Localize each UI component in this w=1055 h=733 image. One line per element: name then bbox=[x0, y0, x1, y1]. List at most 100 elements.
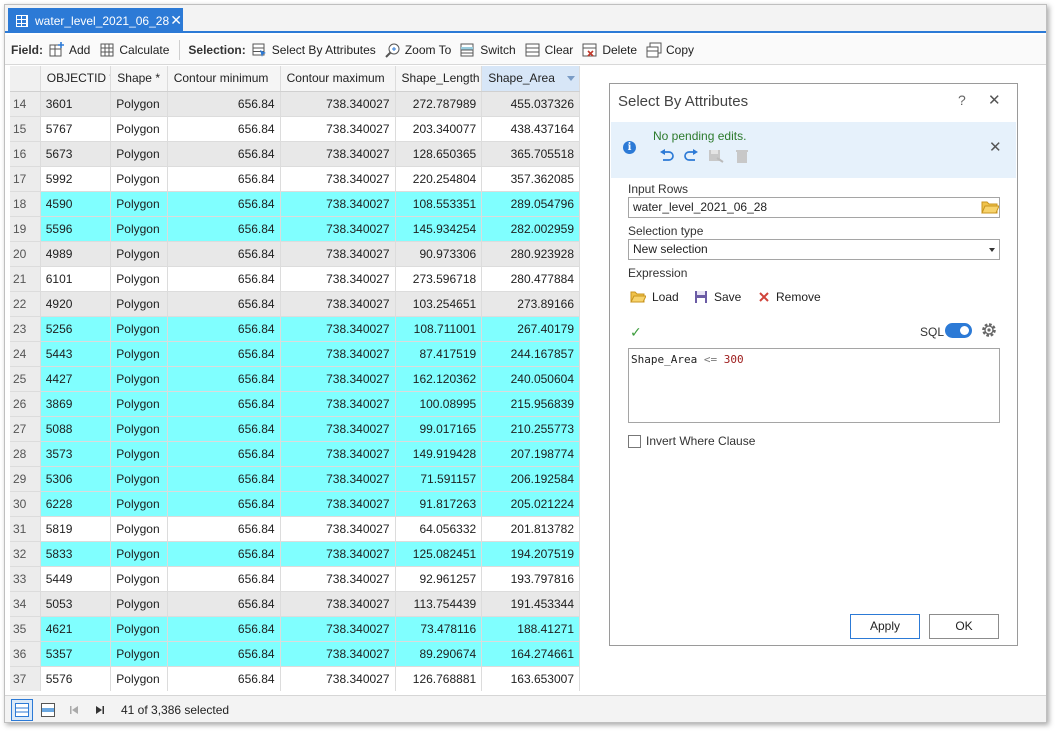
table-row[interactable]: 24 5443 Polygon 656.84 738.340027 87.417519 24… bbox=[10, 341, 580, 367]
table-row[interactable]: 32 5833 Polygon 656.84 738.340027 125.082451 1… bbox=[10, 541, 580, 567]
show-all-records-button[interactable] bbox=[11, 698, 33, 721]
load-expression-button[interactable]: Load bbox=[630, 290, 679, 304]
cell-contour-maximum[interactable]: 738.340027 bbox=[280, 466, 396, 492]
cell-contour-maximum[interactable]: 738.340027 bbox=[280, 241, 396, 267]
cell-shape[interactable]: Polygon bbox=[110, 191, 168, 217]
row-number[interactable]: 14 bbox=[10, 91, 41, 117]
row-number[interactable]: 21 bbox=[10, 266, 41, 292]
cell-shape-area[interactable]: 357.362085 bbox=[481, 166, 580, 192]
input-rows-dropdown[interactable]: water_level_2021_06_28 bbox=[628, 197, 1000, 218]
cell-shape-area[interactable]: 438.437164 bbox=[481, 116, 580, 142]
cell-objectid[interactable]: 5833 bbox=[40, 541, 112, 567]
redo-icon[interactable] bbox=[684, 149, 699, 166]
cell-shape[interactable]: Polygon bbox=[110, 591, 168, 617]
cell-objectid[interactable]: 4621 bbox=[40, 616, 112, 642]
cell-contour-maximum[interactable]: 738.340027 bbox=[280, 141, 396, 167]
cell-shape[interactable]: Polygon bbox=[110, 141, 168, 167]
cell-shape[interactable]: Polygon bbox=[110, 166, 168, 192]
cell-shape[interactable]: Polygon bbox=[110, 516, 168, 542]
table-row[interactable]: 28 3573 Polygon 656.84 738.340027 149.919428 2… bbox=[10, 441, 580, 467]
cell-objectid[interactable]: 5306 bbox=[40, 466, 112, 492]
cell-contour-minimum[interactable]: 656.84 bbox=[167, 216, 281, 242]
cell-shape-area[interactable]: 282.002959 bbox=[481, 216, 580, 242]
cell-contour-minimum[interactable]: 656.84 bbox=[167, 316, 281, 342]
cell-contour-maximum[interactable]: 738.340027 bbox=[280, 341, 396, 367]
cell-objectid[interactable]: 5673 bbox=[40, 141, 112, 167]
row-number[interactable]: 18 bbox=[10, 191, 41, 217]
cell-shape-area[interactable]: 244.167857 bbox=[481, 341, 580, 367]
cell-shape[interactable]: Polygon bbox=[110, 366, 168, 392]
table-row[interactable]: 34 5053 Polygon 656.84 738.340027 113.754439 1… bbox=[10, 591, 580, 617]
table-row[interactable]: 16 5673 Polygon 656.84 738.340027 128.650365 3… bbox=[10, 141, 580, 167]
message-close-icon[interactable]: ✕ bbox=[989, 138, 1002, 156]
cell-contour-minimum[interactable]: 656.84 bbox=[167, 241, 281, 267]
table-row[interactable]: 26 3869 Polygon 656.84 738.340027 100.08995 21… bbox=[10, 391, 580, 417]
cell-shape[interactable]: Polygon bbox=[110, 466, 168, 492]
cell-objectid[interactable]: 3869 bbox=[40, 391, 112, 417]
cell-shape[interactable]: Polygon bbox=[110, 616, 168, 642]
cell-contour-maximum[interactable]: 738.340027 bbox=[280, 91, 396, 117]
remove-expression-button[interactable]: Remove bbox=[758, 290, 821, 304]
calculate-field-button[interactable]: Calculate bbox=[99, 42, 169, 58]
cell-shape[interactable]: Polygon bbox=[110, 441, 168, 467]
table-row[interactable]: 19 5596 Polygon 656.84 738.340027 145.934254 2… bbox=[10, 216, 580, 242]
row-number[interactable]: 34 bbox=[10, 591, 41, 617]
cell-shape-length[interactable]: 145.934254 bbox=[395, 216, 483, 242]
cell-contour-minimum[interactable]: 656.84 bbox=[167, 566, 281, 592]
cell-contour-maximum[interactable]: 738.340027 bbox=[280, 316, 396, 342]
table-row[interactable]: 22 4920 Polygon 656.84 738.340027 103.254651 2… bbox=[10, 291, 580, 317]
cell-objectid[interactable]: 5053 bbox=[40, 591, 112, 617]
gear-icon[interactable] bbox=[980, 321, 998, 342]
cell-objectid[interactable]: 5256 bbox=[40, 316, 112, 342]
cell-shape-length[interactable]: 99.017165 bbox=[395, 416, 483, 442]
row-number[interactable]: 22 bbox=[10, 291, 41, 317]
cell-contour-minimum[interactable]: 656.84 bbox=[167, 441, 281, 467]
cell-contour-minimum[interactable]: 656.84 bbox=[167, 91, 281, 117]
row-number[interactable]: 35 bbox=[10, 616, 41, 642]
selection-type-dropdown[interactable]: New selection bbox=[628, 239, 1000, 260]
cell-objectid[interactable]: 5443 bbox=[40, 341, 112, 367]
cell-shape[interactable]: Polygon bbox=[110, 266, 168, 292]
tab-water-level[interactable]: water_level_2021_06_28 ✕ bbox=[8, 8, 183, 33]
cell-shape-area[interactable]: 191.453344 bbox=[481, 591, 580, 617]
cell-shape-length[interactable]: 125.082451 bbox=[395, 541, 483, 567]
column-header-objectid[interactable]: OBJECTID * bbox=[40, 66, 112, 92]
cell-shape-length[interactable]: 92.961257 bbox=[395, 566, 483, 592]
column-header-contour-maximum[interactable]: Contour maximum bbox=[280, 66, 396, 92]
cell-shape[interactable]: Polygon bbox=[110, 491, 168, 517]
cell-shape-length[interactable]: 90.973306 bbox=[395, 241, 483, 267]
table-row[interactable]: 15 5767 Polygon 656.84 738.340027 203.340077 4… bbox=[10, 116, 580, 142]
cell-objectid[interactable]: 4920 bbox=[40, 291, 112, 317]
cell-contour-maximum[interactable]: 738.340027 bbox=[280, 566, 396, 592]
cell-contour-maximum[interactable]: 738.340027 bbox=[280, 116, 396, 142]
cell-objectid[interactable]: 5357 bbox=[40, 641, 112, 667]
cell-objectid[interactable]: 5088 bbox=[40, 416, 112, 442]
cell-shape[interactable]: Polygon bbox=[110, 216, 168, 242]
cell-shape[interactable]: Polygon bbox=[110, 566, 168, 592]
table-row[interactable]: 17 5992 Polygon 656.84 738.340027 220.254804 3… bbox=[10, 166, 580, 192]
cell-contour-maximum[interactable]: 738.340027 bbox=[280, 366, 396, 392]
help-icon[interactable]: ? bbox=[958, 92, 966, 108]
cell-contour-maximum[interactable]: 738.340027 bbox=[280, 441, 396, 467]
undo-icon[interactable] bbox=[659, 149, 674, 166]
cell-contour-maximum[interactable]: 738.340027 bbox=[280, 516, 396, 542]
row-number[interactable]: 16 bbox=[10, 141, 41, 167]
cell-shape-area[interactable]: 163.653007 bbox=[481, 666, 580, 691]
cell-shape-area[interactable]: 280.477884 bbox=[481, 266, 580, 292]
row-number[interactable]: 20 bbox=[10, 241, 41, 267]
cell-objectid[interactable]: 5767 bbox=[40, 116, 112, 142]
cell-objectid[interactable]: 5576 bbox=[40, 666, 112, 691]
cell-shape[interactable]: Polygon bbox=[110, 241, 168, 267]
cell-contour-minimum[interactable]: 656.84 bbox=[167, 366, 281, 392]
table-row[interactable]: 37 5576 Polygon 656.84 738.340027 126.768881 1… bbox=[10, 666, 580, 691]
cell-objectid[interactable]: 4989 bbox=[40, 241, 112, 267]
table-row[interactable]: 33 5449 Polygon 656.84 738.340027 92.961257 19… bbox=[10, 566, 580, 592]
cell-contour-maximum[interactable]: 738.340027 bbox=[280, 166, 396, 192]
cell-shape-length[interactable]: 103.254651 bbox=[395, 291, 483, 317]
delete-selected-button[interactable]: Delete bbox=[582, 42, 637, 58]
cell-shape[interactable]: Polygon bbox=[110, 316, 168, 342]
cell-shape-length[interactable]: 162.120362 bbox=[395, 366, 483, 392]
table-row[interactable]: 18 4590 Polygon 656.84 738.340027 108.553351 2… bbox=[10, 191, 580, 217]
table-row[interactable]: 36 5357 Polygon 656.84 738.340027 89.290674 16… bbox=[10, 641, 580, 667]
cell-contour-maximum[interactable]: 738.340027 bbox=[280, 191, 396, 217]
